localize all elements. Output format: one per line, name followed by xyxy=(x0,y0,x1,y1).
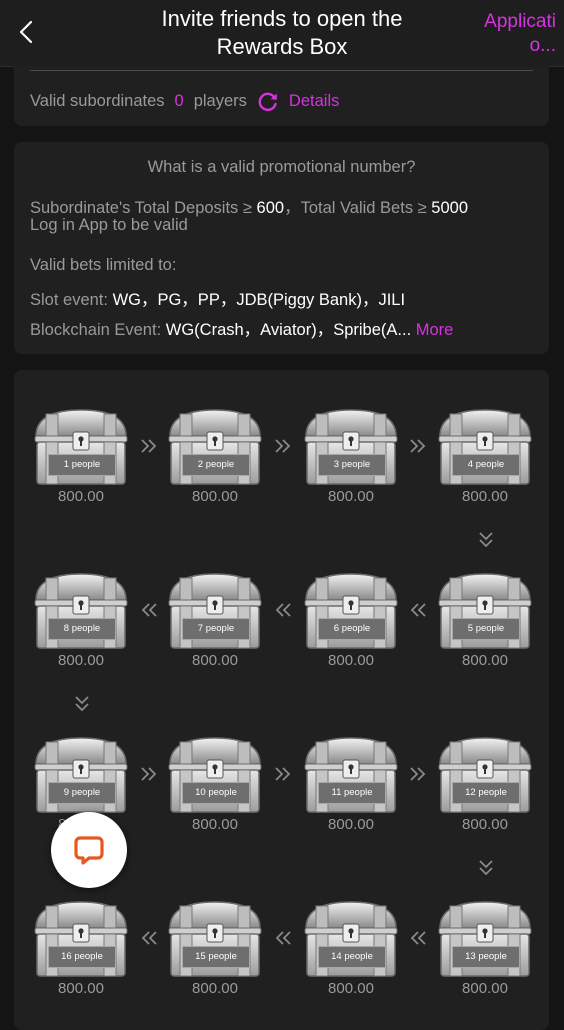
deposit-label: Subordinate's Total Deposits ≥ xyxy=(30,199,257,217)
treasure-chest-icon[interactable]: 10 people xyxy=(166,734,264,816)
treasure-chest-icon[interactable]: 4 people xyxy=(436,406,534,488)
chest-amount: 800.00 xyxy=(328,652,374,669)
valid-subordinates-unit: players xyxy=(193,91,247,110)
chest-amount: 800.00 xyxy=(462,652,508,669)
slot-label: Slot event: xyxy=(30,291,113,309)
treasure-chest-icon[interactable]: 2 people xyxy=(166,406,264,488)
chest-amount: 800.00 xyxy=(328,488,374,505)
deposit-value: 600 xyxy=(256,199,285,217)
blockchain-label: Blockchain Event: xyxy=(30,321,166,339)
valid-subordinates-count: 0 xyxy=(174,91,184,110)
chest-label: 5 people xyxy=(452,618,520,640)
chest-label: 16 people xyxy=(48,946,116,968)
bets-value: 5000 xyxy=(431,199,469,217)
chest-amount: 800.00 xyxy=(192,652,238,669)
treasure-chest-icon[interactable]: 16 people xyxy=(32,898,130,980)
limited-title: Valid bets limited to: xyxy=(30,256,177,274)
treasure-chest-icon[interactable]: 15 people xyxy=(166,898,264,980)
valid-subordinates-label: Valid subordinates xyxy=(30,91,165,110)
chest-label: 12 people xyxy=(452,782,520,804)
details-link[interactable]: Details xyxy=(289,92,339,111)
slot-event-row: Slot event: WG，PG，PP，JDB(Piggy Bank)，JIL… xyxy=(30,286,405,310)
treasure-chest-icon[interactable]: 1 people xyxy=(32,406,130,488)
treasure-chest-icon[interactable]: 11 people xyxy=(302,734,400,816)
double-chevron-right-icon xyxy=(273,764,293,788)
double-chevron-left-icon xyxy=(139,600,159,624)
blockchain-event-row: Blockchain Event: WG(Crash，Aviator)，Spri… xyxy=(30,316,453,340)
chest-amount: 800.00 xyxy=(58,652,104,669)
chest-label: 13 people xyxy=(452,946,520,968)
login-note: Log in App to be valid xyxy=(30,216,188,234)
treasure-chest-icon[interactable]: 7 people xyxy=(166,570,264,652)
valid-subordinates-row: Valid subordinates 0 players Details xyxy=(30,90,339,112)
summary-card: Valid subordinates 0 players Details xyxy=(14,66,549,126)
more-link[interactable]: More xyxy=(416,321,454,339)
double-chevron-left-icon xyxy=(408,600,428,624)
chest-label: 6 people xyxy=(318,618,386,640)
page-title: Invite friends to open the Rewards Box xyxy=(161,6,403,59)
chest-amount: 800.00 xyxy=(328,816,374,833)
double-chevron-left-icon xyxy=(408,928,428,952)
double-chevron-right-icon xyxy=(139,764,159,788)
double-chevron-left-icon xyxy=(139,928,159,952)
chest-label: 15 people xyxy=(182,946,250,968)
chest-label: 7 people xyxy=(182,618,250,640)
chest-amount: 800.00 xyxy=(192,816,238,833)
double-chevron-down-icon xyxy=(72,694,92,718)
treasure-chest-icon[interactable]: 5 people xyxy=(436,570,534,652)
treasure-chest-icon[interactable]: 3 people xyxy=(302,406,400,488)
chest-label: 4 people xyxy=(452,454,520,476)
chest-amount: 800.00 xyxy=(192,488,238,505)
double-chevron-right-icon xyxy=(273,436,293,460)
treasure-chest-icon[interactable]: 14 people xyxy=(302,898,400,980)
bets-label: ，Total Valid Bets ≥ xyxy=(284,199,432,217)
chest-amount: 800.00 xyxy=(328,980,374,997)
chest-label: 8 people xyxy=(48,618,116,640)
double-chevron-left-icon xyxy=(273,600,293,624)
treasure-chest-icon[interactable]: 13 people xyxy=(436,898,534,980)
chest-amount: 800.00 xyxy=(462,980,508,997)
double-chevron-left-icon xyxy=(273,928,293,952)
chest-label: 3 people xyxy=(318,454,386,476)
treasure-chest-icon[interactable]: 8 people xyxy=(32,570,130,652)
refresh-icon[interactable] xyxy=(257,90,279,112)
treasure-chest-icon[interactable]: 12 people xyxy=(436,734,534,816)
chest-amount: 800.00 xyxy=(58,488,104,505)
divider xyxy=(30,70,533,71)
rules-card: What is a valid promotional number? Subo… xyxy=(14,142,549,354)
treasure-chest-icon[interactable]: 9 people xyxy=(32,734,130,816)
chat-bubble-icon xyxy=(74,836,104,865)
blockchain-value: WG(Crash，Aviator)，Spribe(A... xyxy=(165,321,412,339)
top-bar: Invite friends to open the Rewards Box A… xyxy=(0,0,564,67)
rewards-grid: 1 people 800.00 2 people 800.00 3 people… xyxy=(14,370,549,1030)
deposit-rule: Subordinate's Total Deposits ≥ 600，Total… xyxy=(30,194,468,218)
chest-amount: 800.00 xyxy=(192,980,238,997)
chest-label: 1 people xyxy=(48,454,116,476)
chest-label: 10 people xyxy=(182,782,250,804)
double-chevron-right-icon xyxy=(408,764,428,788)
back-button[interactable] xyxy=(12,18,40,46)
chest-label: 14 people xyxy=(318,946,386,968)
double-chevron-down-icon xyxy=(476,530,496,554)
chest-amount: 800.00 xyxy=(462,488,508,505)
chat-button[interactable] xyxy=(51,812,127,888)
slot-value: WG，PG，PP，JDB(Piggy Bank)，JILI xyxy=(112,291,406,309)
chest-label: 11 people xyxy=(318,782,386,804)
double-chevron-down-icon xyxy=(476,858,496,882)
double-chevron-right-icon xyxy=(139,436,159,460)
chest-amount: 800.00 xyxy=(58,980,104,997)
chevron-left-icon xyxy=(19,20,33,44)
application-link[interactable]: Applicati o... xyxy=(466,10,556,58)
rules-question: What is a valid promotional number? xyxy=(147,158,416,176)
treasure-chest-icon[interactable]: 6 people xyxy=(302,570,400,652)
chest-amount: 800.00 xyxy=(462,816,508,833)
chest-label: 9 people xyxy=(48,782,116,804)
double-chevron-right-icon xyxy=(408,436,428,460)
chest-label: 2 people xyxy=(182,454,250,476)
